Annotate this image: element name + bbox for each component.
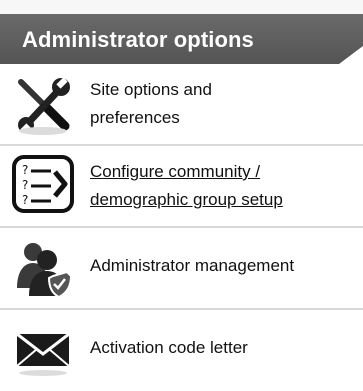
menu-item-activation-code-letter[interactable]: Activation code letter bbox=[0, 310, 363, 391]
menu-item-label-configure-community[interactable]: Configure community / demographic group … bbox=[90, 158, 360, 214]
question-list-icon: ? ? ? bbox=[10, 151, 76, 217]
menu-item-site-options[interactable]: Site options and preferences bbox=[0, 64, 363, 144]
menu-item-configure-community[interactable]: ? ? ? Configure community / demographic … bbox=[0, 146, 363, 226]
svg-text:?: ? bbox=[22, 178, 28, 192]
corner-resize-icon bbox=[339, 46, 363, 64]
svg-text:?: ? bbox=[22, 163, 28, 177]
panel-header: Administrator options bbox=[0, 14, 363, 64]
administrator-options-panel: Administrator options Site options and p… bbox=[0, 0, 363, 391]
label-line-1: Site options and bbox=[90, 80, 212, 99]
menu-item-label-activation-code-letter: Activation code letter bbox=[90, 338, 248, 357]
envelope-icon bbox=[10, 317, 76, 383]
top-strip bbox=[0, 0, 363, 14]
panel-title: Administrator options bbox=[22, 27, 254, 52]
menu-item-label-site-options: Site options and preferences bbox=[90, 76, 360, 132]
label-line-2: preferences bbox=[90, 108, 180, 127]
svg-text:?: ? bbox=[22, 193, 28, 207]
label-line-2: demographic group setup bbox=[90, 190, 283, 209]
tools-icon bbox=[10, 71, 76, 137]
menu-item-administrator-management[interactable]: Administrator management bbox=[0, 228, 363, 308]
label-line-1: Configure community / bbox=[90, 162, 261, 181]
admin-users-icon bbox=[10, 235, 76, 301]
menu-item-label-administrator-management: Administrator management bbox=[90, 256, 295, 275]
